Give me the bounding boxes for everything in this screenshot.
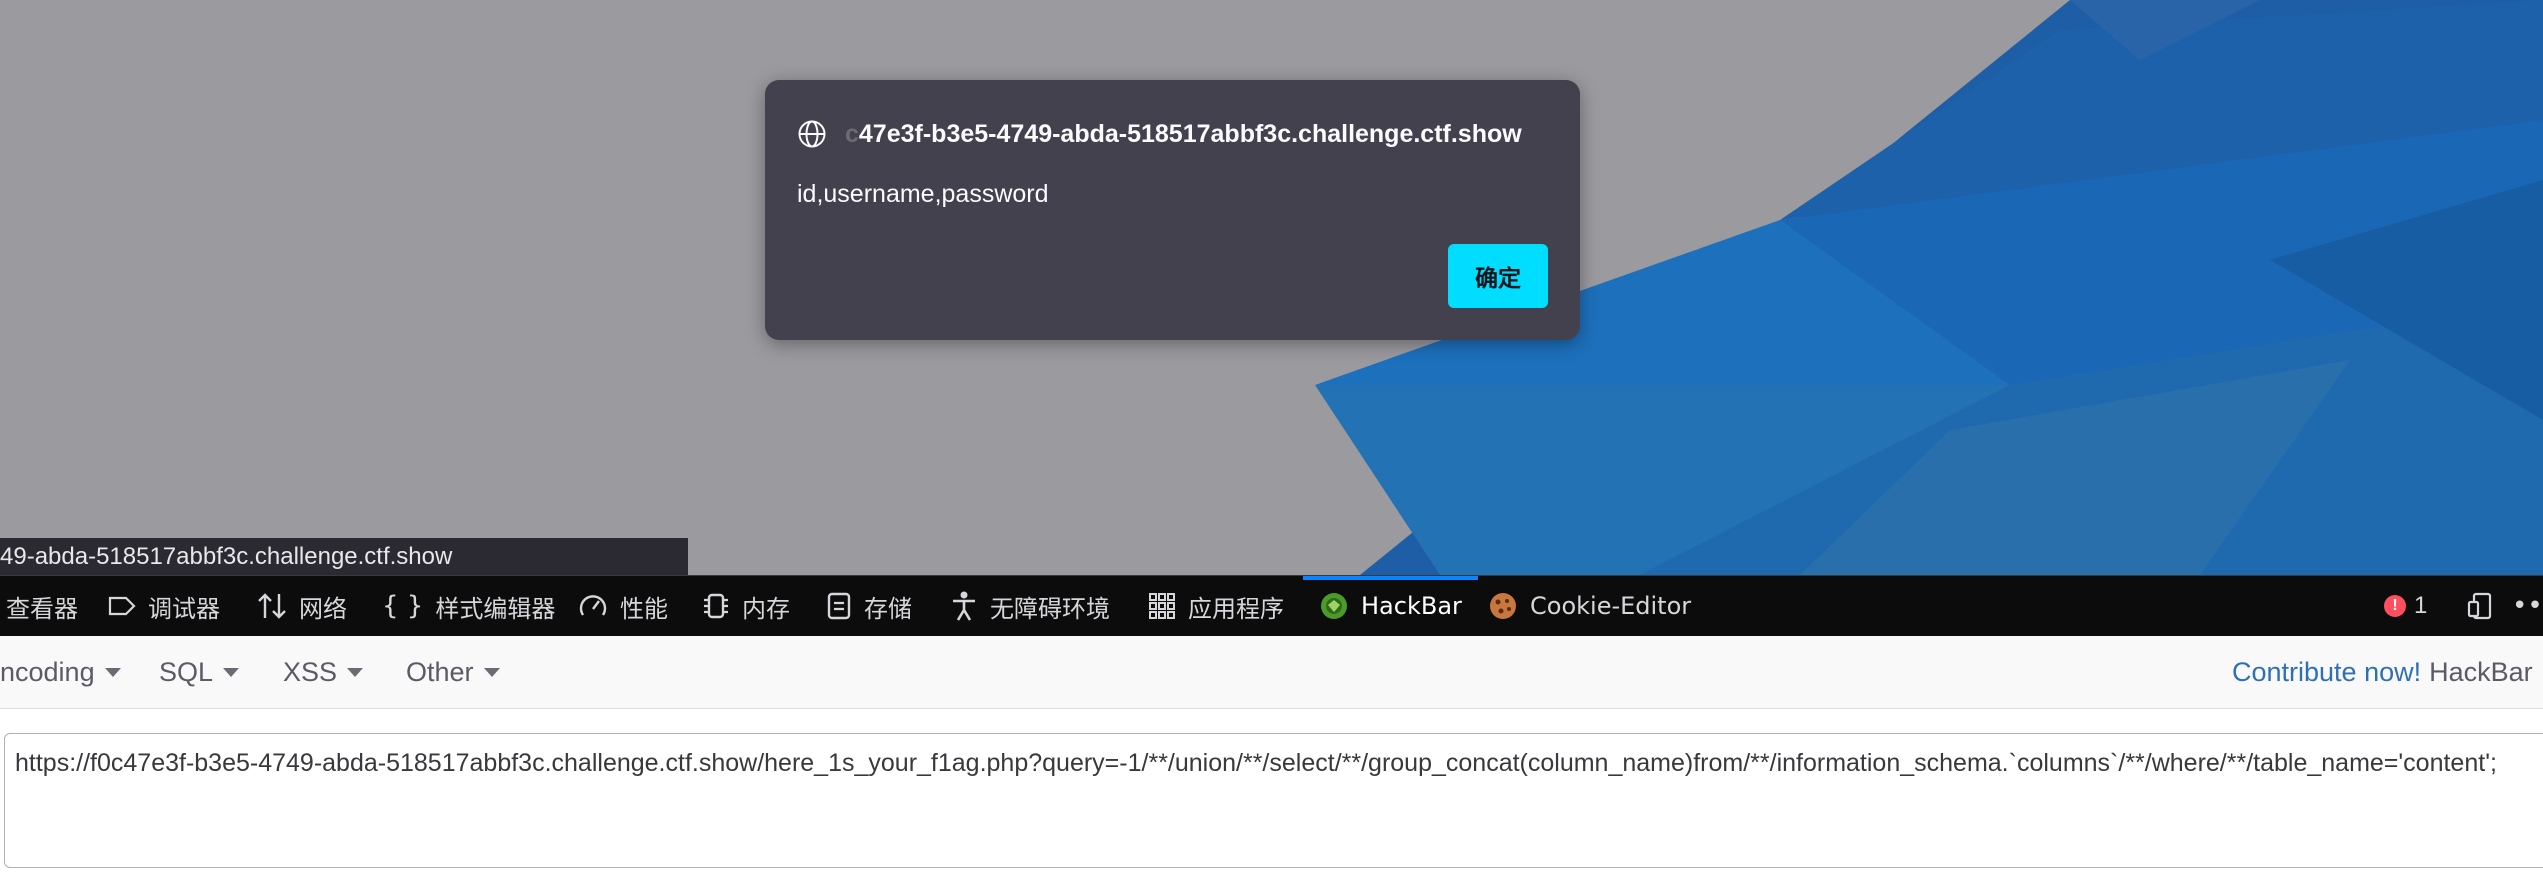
menu-xss[interactable]: XSS — [283, 636, 364, 708]
error-count-badge[interactable]: ! 1 — [2384, 576, 2427, 636]
menu-label: ncoding — [0, 656, 95, 687]
tab-application[interactable]: 应用程序 — [1148, 576, 1284, 636]
tab-accessibility[interactable]: 无障碍环境 — [950, 576, 1110, 636]
menu-label: XSS — [283, 656, 338, 687]
more-icon: •• — [2512, 591, 2543, 621]
tab-label: 应用程序 — [1188, 594, 1284, 623]
responsive-design-icon — [2467, 592, 2492, 620]
tab-label: 存储 — [864, 594, 912, 623]
performance-icon — [579, 595, 607, 616]
status-url-bar: 49-abda-518517abbf3c.challenge.ctf.show — [0, 538, 688, 575]
tab-label: HackBar — [1361, 592, 1462, 620]
tab-label: 网络 — [299, 594, 347, 623]
dialog-origin: c47e3f-b3e5-4749-abda-518517abbf3c.chall… — [845, 119, 1522, 148]
caret-down-icon — [483, 667, 500, 677]
application-icon — [1149, 593, 1175, 619]
responsive-design-button[interactable] — [2466, 576, 2508, 636]
globe-icon — [798, 120, 826, 148]
caret-down-icon — [223, 667, 240, 677]
tab-label: 无障碍环境 — [990, 594, 1110, 623]
tab-hackbar[interactable]: HackBar — [1303, 576, 1478, 636]
tab-performance[interactable]: 性能 — [578, 576, 668, 636]
devtools-tab-bar: 查看器 调试器 网络 { } 样式编辑器 性能 内存 存储 无障碍环境 应用程序… — [0, 575, 2543, 636]
menu-other[interactable]: Other — [406, 636, 500, 708]
caret-down-icon — [347, 667, 364, 677]
tab-style-editor[interactable]: { } 样式编辑器 — [382, 576, 555, 636]
alert-dialog: c47e3f-b3e5-4749-abda-518517abbf3c.chall… — [765, 80, 1580, 340]
dialog-header: c47e3f-b3e5-4749-abda-518517abbf3c.chall… — [797, 114, 1522, 154]
contribute-link[interactable]: Contribute now! — [2232, 657, 2421, 688]
more-options-button[interactable]: •• — [2512, 576, 2543, 636]
tab-label: 调试器 — [148, 594, 220, 623]
network-icon — [258, 593, 286, 619]
menu-sql[interactable]: SQL — [159, 636, 240, 708]
tab-cookie-editor[interactable]: Cookie-Editor — [1488, 576, 1691, 636]
tab-memory[interactable]: 内存 — [702, 576, 790, 636]
hackbar-icon — [1321, 593, 1347, 619]
menu-label: Other — [406, 656, 474, 687]
menu-encoding[interactable]: ncoding — [0, 636, 121, 708]
error-count: 1 — [2414, 592, 2428, 619]
hackbar-toolbar: ncoding SQL XSS Other Contribute now! Ha… — [0, 636, 2543, 709]
caret-down-icon — [104, 667, 121, 677]
tab-inspector[interactable]: 查看器 — [6, 576, 78, 636]
tab-storage[interactable]: 存储 — [826, 576, 912, 636]
accessibility-icon — [953, 591, 975, 621]
tab-network[interactable]: 网络 — [257, 576, 347, 636]
url-input[interactable]: https://f0c47e3f-b3e5-4749-abda-518517ab… — [4, 733, 2543, 868]
style-editor-icon: { } — [382, 591, 424, 621]
error-icon: ! — [2384, 595, 2406, 617]
hackbar-brand: HackBar — [2429, 656, 2533, 687]
tab-label: Cookie-Editor — [1530, 592, 1692, 620]
tab-label: 内存 — [742, 594, 790, 623]
storage-icon — [827, 592, 851, 620]
dialog-message: id,username,password — [797, 180, 1049, 208]
menu-label: SQL — [159, 656, 214, 687]
tab-debugger[interactable]: 调试器 — [108, 576, 220, 636]
contribute-area: Contribute now! HackBar — [2232, 636, 2533, 708]
debugger-icon — [108, 596, 136, 616]
page-viewport: c47e3f-b3e5-4749-abda-518517abbf3c.chall… — [0, 0, 2543, 575]
tab-label: 样式编辑器 — [435, 594, 556, 623]
memory-icon — [704, 593, 728, 619]
tab-label: 查看器 — [6, 594, 78, 623]
tab-label: 性能 — [620, 594, 668, 623]
cookie-icon — [1490, 593, 1516, 619]
ok-button[interactable]: 确定 — [1448, 244, 1548, 308]
